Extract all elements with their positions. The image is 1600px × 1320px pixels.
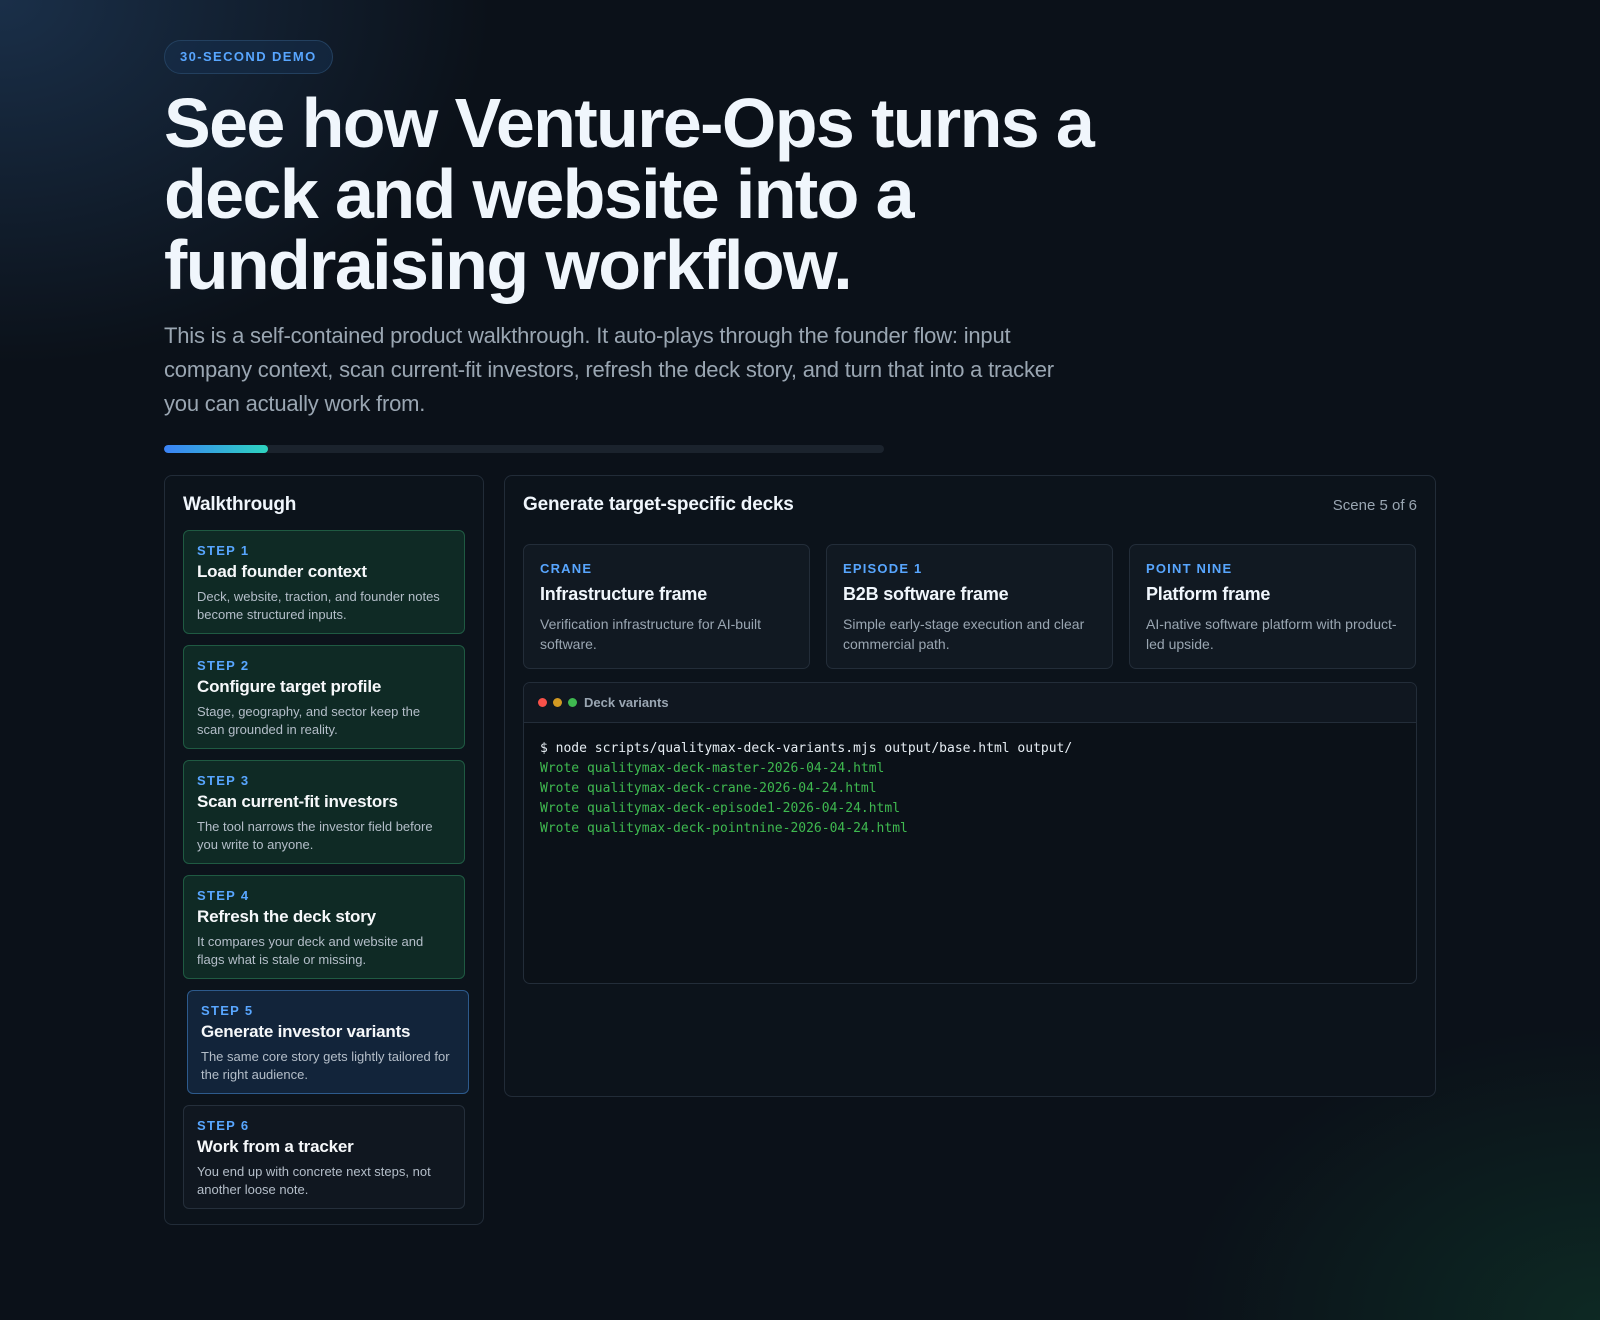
step-number: STEP 2 (197, 658, 250, 673)
step-number: STEP 1 (197, 543, 250, 558)
variant-cards: CRANE Infrastructure frame Verification … (523, 544, 1417, 669)
terminal-titlebar: Deck variants (524, 683, 1416, 723)
minimize-dot-icon (553, 698, 562, 707)
scene-header: Generate target-specific decks Scene 5 o… (523, 494, 1417, 516)
step-item-2[interactable]: STEP 2 Configure target profile Stage, g… (183, 645, 465, 749)
variant-card-pointnine: POINT NINE Platform frame AI-native soft… (1129, 544, 1416, 669)
variant-card-episode1: EPISODE 1 B2B software frame Simple earl… (826, 544, 1113, 669)
close-dot-icon (538, 698, 547, 707)
step-description: It compares your deck and website and fl… (197, 934, 424, 967)
step-description: The same core story gets lightly tailore… (201, 1049, 450, 1082)
scene-panel: Generate target-specific decks Scene 5 o… (504, 475, 1436, 1097)
scene-counter: Scene 5 of 6 (1332, 496, 1417, 514)
step-description: The tool narrows the investor field befo… (197, 819, 433, 852)
scene-title: Generate target-specific decks (523, 494, 794, 515)
card-description: Simple early-stage execution and clear c… (843, 616, 1085, 652)
step-title: Generate investor variants (201, 1022, 411, 1041)
demo-badge: 30-SECOND DEMO (164, 40, 333, 74)
card-title: B2B software frame (843, 584, 1009, 604)
step-description: You end up with concrete next steps, not… (197, 1164, 431, 1197)
terminal-command-line: $ node scripts/qualitymax-deck-variants.… (540, 741, 1073, 756)
step-item-5[interactable]: STEP 5 Generate investor variants The sa… (187, 990, 469, 1094)
step-description: Deck, website, traction, and founder not… (197, 589, 440, 622)
card-description: Verification infrastructure for AI-built… (540, 616, 761, 652)
step-description: Stage, geography, and sector keep the sc… (197, 704, 421, 737)
card-tag: POINT NINE (1146, 561, 1233, 576)
step-title: Refresh the deck story (197, 907, 376, 926)
demo-progress-fill (164, 445, 269, 453)
step-title: Configure target profile (197, 677, 382, 696)
page-title: See how Venture-Ops turns a deck and web… (164, 84, 1095, 304)
demo-panels: Walkthrough STEP 1 Load founder context … (164, 475, 1436, 1235)
step-item-3[interactable]: STEP 3 Scan current-fit investors The to… (183, 760, 465, 864)
terminal-window: Deck variants $ node scripts/qualitymax-… (523, 682, 1417, 984)
terminal-output-line: Wrote qualitymax-deck-pointnine-2026-04-… (540, 821, 908, 836)
terminal-output-line: Wrote qualitymax-deck-crane-2026-04-24.h… (540, 781, 877, 796)
card-title: Infrastructure frame (540, 584, 708, 604)
terminal-output: $ node scripts/qualitymax-deck-variants.… (524, 723, 1416, 855)
step-item-4[interactable]: STEP 4 Refresh the deck story It compare… (183, 875, 465, 979)
walkthrough-sidebar: Walkthrough STEP 1 Load founder context … (164, 475, 484, 1225)
step-title: Work from a tracker (197, 1137, 354, 1156)
step-number: STEP 4 (197, 888, 250, 903)
demo-progress-bar (164, 445, 884, 453)
card-description: AI-native software platform with product… (1146, 616, 1397, 652)
terminal-output-line: Wrote qualitymax-deck-master-2026-04-24.… (540, 761, 885, 776)
card-tag: EPISODE 1 (843, 561, 923, 576)
step-number: STEP 5 (201, 1003, 254, 1018)
card-title: Platform frame (1146, 584, 1271, 604)
step-title: Load founder context (197, 562, 367, 581)
step-title: Scan current-fit investors (197, 792, 398, 811)
card-tag: CRANE (540, 561, 593, 576)
page: 30-SECOND DEMO See how Venture-Ops turns… (164, 40, 1436, 1235)
step-number: STEP 3 (197, 773, 250, 788)
step-item-1[interactable]: STEP 1 Load founder context Deck, websit… (183, 530, 465, 634)
maximize-dot-icon (568, 698, 577, 707)
lead-paragraph: This is a self-contained product walkthr… (164, 323, 1054, 416)
step-number: STEP 6 (197, 1118, 250, 1133)
step-item-6[interactable]: STEP 6 Work from a tracker You end up wi… (183, 1105, 465, 1209)
terminal-title: Deck variants (584, 695, 669, 710)
variant-card-crane: CRANE Infrastructure frame Verification … (523, 544, 810, 669)
sidebar-title: Walkthrough (183, 494, 297, 515)
terminal-output-line: Wrote qualitymax-deck-episode1-2026-04-2… (540, 801, 901, 816)
